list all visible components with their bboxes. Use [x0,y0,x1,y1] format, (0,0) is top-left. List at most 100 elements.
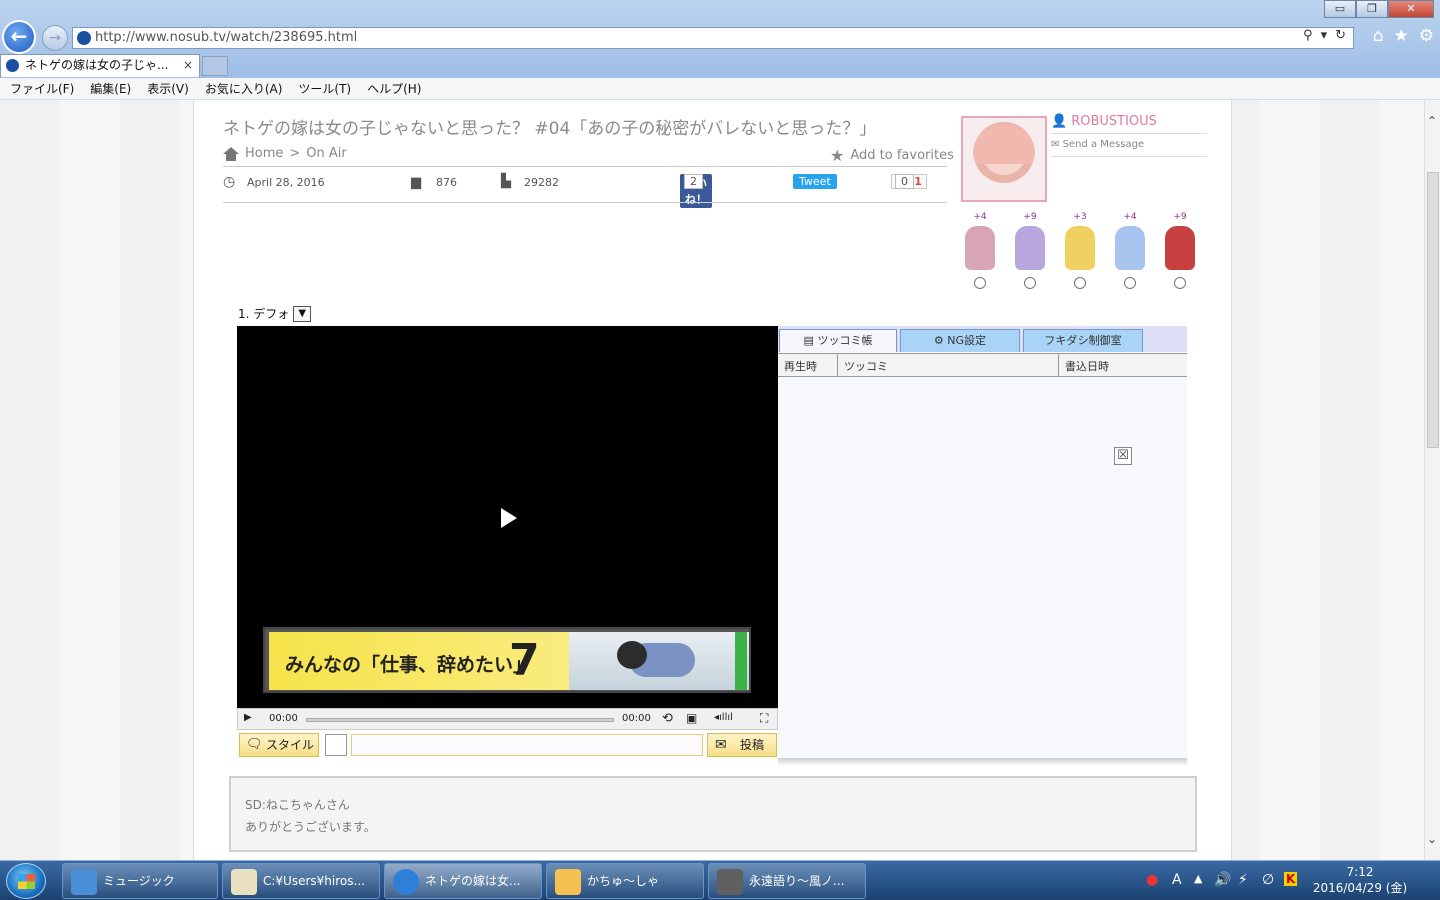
tab-close-icon[interactable]: × [183,55,193,76]
add-favorites-link[interactable]: ★ Add to favorites [830,146,954,165]
close-icon[interactable]: ☒ [1114,447,1132,465]
chibi-radio[interactable] [1124,277,1136,289]
play-button-icon[interactable]: ▶ [244,712,252,723]
comment-count: 876 [436,176,457,189]
menu-bar: ファイル(F) 編集(E) 表示(V) お気に入り(A) ツール(T) ヘルプ(… [0,78,1440,100]
chevron-down-icon[interactable]: ▼ [293,305,312,322]
volume-icon[interactable]: ◂ıllıl [714,712,733,723]
column-post-date[interactable]: 書込日時 [1065,358,1109,374]
chibi-radio[interactable] [1174,277,1186,289]
chibi-radio[interactable] [974,277,986,289]
play-icon[interactable] [501,508,517,528]
web-page: ネトゲの嫁は女の子じゃないと思った？ #04「あの子の秘密がバレないと思った？」… [0,100,1424,860]
send-message-link[interactable]: ✉ Send a Message [1051,139,1144,150]
color-picker[interactable] [325,734,347,756]
bar-chart-icon: ▙ [501,174,511,189]
taskbar-label: 永遠語り～風ノ... [749,874,845,888]
search-icon[interactable]: ⚲ [1303,28,1313,43]
video-player[interactable]: みんなの「仕事、辞めたい」 7 [237,326,778,708]
tab-label: フキダシ制御室 [1044,334,1122,347]
start-button[interactable] [6,863,46,899]
home-icon[interactable]: ⌂ [1373,26,1384,46]
tab-tsukkomi[interactable]: ▤ ツッコミ帳 [779,329,897,352]
seek-bar[interactable] [306,718,614,722]
favorites-star-icon[interactable]: ★ [1394,26,1409,46]
fullscreen-icon[interactable]: ⛶ [760,711,768,726]
style-button[interactable]: 🗨 スタイル [239,733,319,757]
ad-banner[interactable]: みんなの「仕事、辞めたい」 7 [263,627,751,693]
menu-edit[interactable]: 編集(E) [90,78,131,99]
cat-icon [555,869,581,895]
breadcrumb-home[interactable]: Home [245,146,283,161]
scrollbar-thumb[interactable] [1427,172,1439,448]
close-window-button[interactable]: ✕ [1388,0,1434,18]
forward-button[interactable]: → [42,25,68,51]
chibi-option: +9 [1010,212,1050,289]
menu-favorites[interactable]: お気に入り(A) [205,78,283,99]
chibi-option: +4 [960,212,1000,289]
scroll-up-icon[interactable]: ⌃ [1427,114,1437,128]
show-hidden-icons[interactable]: ▲ [1194,872,1202,885]
chibi-character-image [965,226,995,270]
chibi-radio[interactable] [1074,277,1086,289]
menu-tools[interactable]: ツール(T) [298,78,351,99]
browser-tab[interactable]: ネトゲの嫁は女の子じゃ... × [0,54,200,77]
clock[interactable]: 7:12 2016/04/29 (金) [1310,864,1410,896]
comment-bar: 🗨 スタイル ✉ 投稿 [237,732,778,758]
chibi-points: +4 [973,212,987,222]
add-favorites-label: Add to favorites [850,148,954,163]
column-playback-time[interactable]: 再生時 [784,358,817,374]
menu-file[interactable]: ファイル(F) [10,78,74,99]
dropdown-icon[interactable]: ▾ [1321,28,1328,43]
tab-ng-settings[interactable]: ⚙ NG設定 [900,329,1020,352]
new-tab-button[interactable] [202,56,228,76]
maximize-button[interactable]: ❐ [1356,0,1388,18]
ime-indicator[interactable]: A [1172,872,1182,888]
style-button-label: スタイル [266,738,315,752]
user-name-link[interactable]: 👤 ROBUSTIOUS [1051,114,1157,129]
taskbar-button-notepad[interactable]: C:¥Users¥hiros... [222,863,380,899]
browser-chrome: ▭ ❐ ✕ ← → http://www.nosub.tv/watch/2386… [0,0,1440,78]
comment-input[interactable] [351,734,703,756]
breadcrumb-current[interactable]: On Air [306,146,346,161]
repeat-icon[interactable]: ⟲ [662,711,673,726]
user-avatar[interactable] [961,116,1047,202]
chibi-option: +9 [1160,212,1200,289]
menu-view[interactable]: 表示(V) [147,78,189,99]
taskbar-button-media[interactable]: 永遠語り～風ノ... [708,863,866,899]
network-icon[interactable]: ⚡ [1238,872,1248,888]
page-scrollbar[interactable]: ⌃ ⌄ [1424,100,1440,860]
chibi-character-image [1065,226,1095,270]
ad-close-strip[interactable] [735,632,747,690]
video-description: SD:ねこちゃんさん ありがとうございます。 [229,776,1197,852]
menu-help[interactable]: ヘルプ(H) [367,78,421,99]
refresh-icon[interactable]: ↻ [1335,28,1346,43]
chibi-radio[interactable] [1024,277,1036,289]
comment-icon: ▆ [411,175,421,190]
address-bar[interactable]: http://www.nosub.tv/watch/238695.html [72,27,1354,49]
video-meta: ◷ April 28, 2016 ▆ 876 ▙ 29282 いいね！2 Twe… [223,174,947,208]
media-player-icon [717,869,743,895]
app-tray-icon[interactable]: K [1284,872,1298,886]
comment-toggle-icon[interactable]: ▣ [686,711,697,725]
minimize-button[interactable]: ▭ [1324,0,1356,18]
clip-icon[interactable]: ∅ [1262,872,1274,888]
tab-balloon-control[interactable]: フキダシ制御室 [1023,329,1143,352]
preset-select[interactable]: 1. デフォ ▼ [238,305,312,322]
comment-panel: ▤ ツッコミ帳 ⚙ NG設定 フキダシ制御室 再生時 ツッコミ 書込日時 ☒ [778,326,1187,758]
taskbar-button-katjusha[interactable]: かちゅ～しゃ [546,863,704,899]
post-button[interactable]: ✉ 投稿 [707,733,777,757]
taskbar-button-browser[interactable]: ネトゲの嫁は女... [384,863,542,899]
tweet-button[interactable]: Tweet [793,174,837,189]
user-icon: 👤 [1051,114,1068,129]
send-message-label: Send a Message [1062,139,1145,150]
chibi-points: +3 [1073,212,1087,222]
back-button[interactable]: ← [2,20,36,54]
notification-icon[interactable]: ● [1146,872,1158,888]
view-count: 29282 [524,176,559,189]
volume-icon[interactable]: 🔊 [1214,872,1231,888]
taskbar-button-music[interactable]: ミュージック [62,863,218,899]
gear-icon[interactable]: ⚙ [1419,26,1434,46]
column-comment[interactable]: ツッコミ [844,358,888,374]
scroll-down-icon[interactable]: ⌄ [1427,832,1437,846]
